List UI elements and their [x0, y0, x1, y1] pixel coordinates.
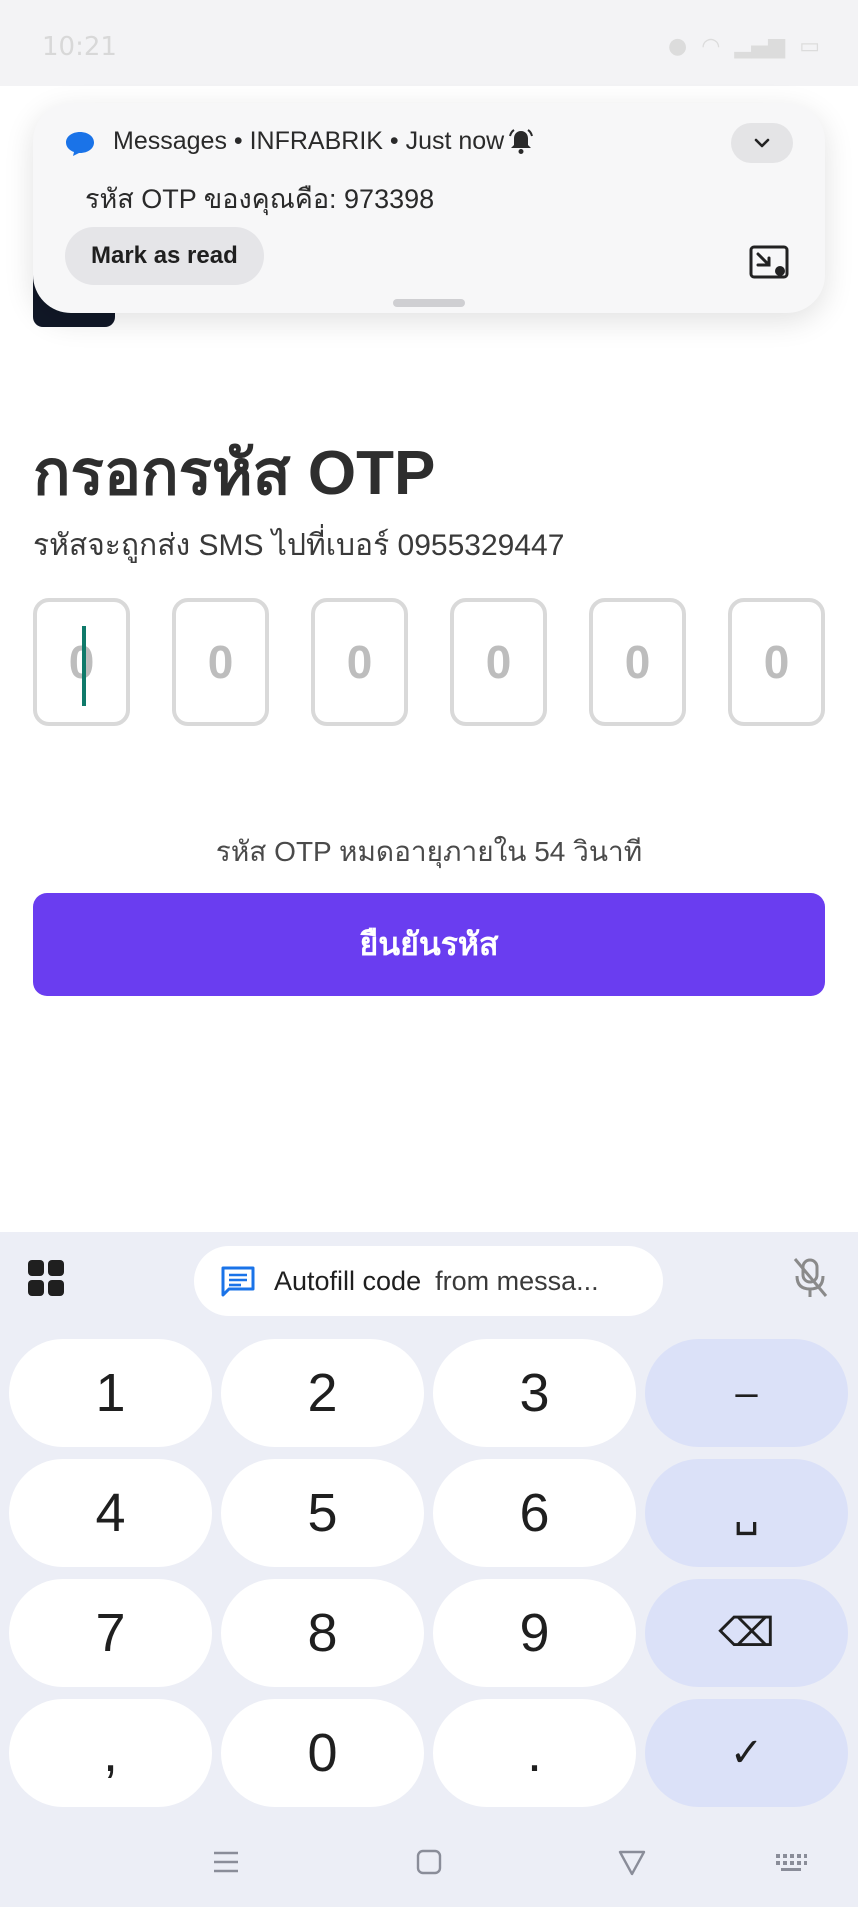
key-2[interactable]: 2 [221, 1339, 424, 1447]
key-1[interactable]: 1 [9, 1339, 212, 1447]
key-0[interactable]: 0 [221, 1699, 424, 1807]
otp-digit-3[interactable]: 0 [311, 598, 408, 726]
otp-digit-4[interactable]: 0 [450, 598, 547, 726]
battery-icon: ▭ [799, 34, 820, 59]
key-backspace[interactable]: ⌫ [645, 1579, 848, 1687]
autofill-code-chip[interactable]: Autofill code from messa... [194, 1246, 663, 1316]
mark-as-read-button[interactable]: Mark as read [65, 227, 264, 285]
key-done[interactable]: ✓ [645, 1699, 848, 1807]
back-icon[interactable] [614, 1844, 650, 1880]
sms-notification[interactable]: Messages • INFRABRIK • Just now รหัส OTP… [33, 103, 825, 313]
otp-placeholder: 0 [346, 636, 373, 688]
key-3[interactable]: 3 [433, 1339, 636, 1447]
keyboard-hide-icon[interactable] [773, 1844, 809, 1880]
otp-digit-2[interactable]: 0 [172, 598, 269, 726]
system-navigation-bar [0, 1822, 858, 1907]
status-icons: ● ◠ ▂▄▆ ▭ [668, 34, 820, 59]
picture-in-picture-icon[interactable] [749, 245, 789, 279]
key-dash[interactable]: – [645, 1339, 848, 1447]
key-4[interactable]: 4 [9, 1459, 212, 1567]
otp-digit-6[interactable]: 0 [728, 598, 825, 726]
messages-app-icon [66, 132, 94, 156]
key-period[interactable]: . [433, 1699, 636, 1807]
home-icon[interactable] [411, 1844, 447, 1880]
notification-header: Messages • INFRABRIK • Just now [113, 127, 505, 155]
page-title: กรอกรหัส OTP [33, 439, 436, 508]
notification-body: รหัส OTP ของคุณคือ: 973398 [85, 184, 435, 214]
key-8[interactable]: 8 [221, 1579, 424, 1687]
text-caret [82, 626, 86, 706]
recent-apps-icon[interactable] [208, 1844, 244, 1880]
key-5[interactable]: 5 [221, 1459, 424, 1567]
status-time: 10:21 [42, 32, 117, 62]
otp-placeholder: 0 [763, 636, 790, 688]
keypad: 1 2 3 – 4 5 6 ␣ 7 8 9 ⌫ , 0 . ✓ [9, 1339, 849, 1807]
apps-grid-icon[interactable] [26, 1258, 66, 1298]
otp-input-row: 0 0 0 0 0 0 [33, 598, 825, 726]
otp-expire-text: รหัส OTP หมดอายุภายใน 54 วินาที [215, 836, 643, 867]
key-9[interactable]: 9 [433, 1579, 636, 1687]
page-subtitle: รหัสจะถูกส่ง SMS ไปที่เบอร์ 0955329447 [33, 529, 565, 562]
key-space[interactable]: ␣ [645, 1459, 848, 1567]
signal-icon: ▂▄▆ [734, 34, 786, 59]
bell-ringing-icon [509, 129, 533, 154]
drag-handle[interactable] [393, 299, 465, 307]
otp-placeholder: 0 [485, 636, 512, 688]
key-comma[interactable]: , [9, 1699, 212, 1807]
autofill-source: from messa... [435, 1265, 599, 1296]
key-7[interactable]: 7 [9, 1579, 212, 1687]
otp-placeholder: 0 [624, 636, 651, 688]
confirm-otp-button[interactable]: ยืนยันรหัส [33, 893, 825, 996]
key-6[interactable]: 6 [433, 1459, 636, 1567]
otp-digit-1[interactable]: 0 [33, 598, 130, 726]
location-icon: ● [668, 34, 688, 59]
chevron-down-icon [754, 138, 770, 148]
wifi-icon: ◠ [701, 34, 721, 59]
message-icon [221, 1266, 255, 1297]
mic-off-icon[interactable] [790, 1256, 830, 1300]
otp-digit-5[interactable]: 0 [589, 598, 686, 726]
numeric-keyboard: Autofill code from messa... 1 2 3 – 4 5 … [0, 1232, 858, 1907]
otp-placeholder: 0 [207, 636, 234, 688]
notification-expand-button[interactable] [731, 123, 793, 163]
autofill-label: Autofill code [274, 1265, 422, 1296]
status-bar: 10:21 ● ◠ ▂▄▆ ▭ [0, 0, 858, 86]
